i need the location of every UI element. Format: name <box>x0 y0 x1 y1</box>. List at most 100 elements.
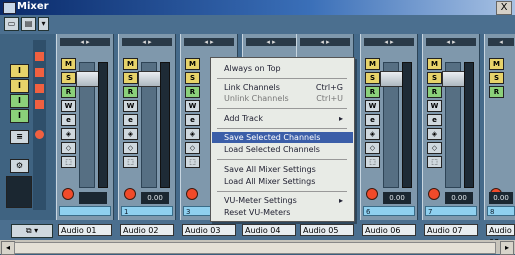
solo-button[interactable]: S <box>427 72 442 84</box>
mute-button[interactable]: M <box>123 58 138 70</box>
input-button-4[interactable]: I <box>10 109 29 123</box>
close-button[interactable]: X <box>496 1 512 15</box>
scroll-left-icon[interactable]: ◂ <box>1 241 15 255</box>
input-button[interactable]: I <box>10 64 29 78</box>
channel-name[interactable]: Audio 01 <box>58 224 112 236</box>
read-button[interactable]: R <box>61 86 76 98</box>
insert-icon[interactable]: ◈ <box>123 128 138 140</box>
input-button-3[interactable]: I <box>10 94 29 108</box>
menu-item-always-on-top[interactable]: Always on Top <box>212 63 353 74</box>
read-button[interactable]: R <box>427 86 442 98</box>
record-icon[interactable] <box>35 130 44 139</box>
mute-button[interactable]: M <box>365 58 380 70</box>
mute-button[interactable]: M <box>489 58 504 70</box>
scroll-right-icon[interactable]: ▸ <box>500 241 514 255</box>
scroll-thumb[interactable] <box>14 242 496 254</box>
menu-item-save-all-mixer-settings[interactable]: Save All Mixer Settings <box>212 164 353 175</box>
write-button[interactable]: W <box>123 100 138 112</box>
insert-icon[interactable]: ◈ <box>365 128 380 140</box>
eq-icon[interactable]: ◇ <box>123 142 138 154</box>
volume-fader[interactable] <box>76 62 100 188</box>
channel-name[interactable]: Audio 04 <box>242 224 296 236</box>
read-icon[interactable] <box>35 84 44 93</box>
channels-icon[interactable]: ▤ <box>21 17 36 31</box>
menu-item-unlink-channels[interactable]: Unlink Channels Ctrl+U <box>212 93 353 104</box>
view-icon[interactable]: ▭ <box>4 17 19 31</box>
eq-icon[interactable]: ◇ <box>365 142 380 154</box>
menu-item-save-selected-channels[interactable]: Save Selected Channels <box>212 132 353 143</box>
channel-name[interactable]: Audio 05 <box>300 224 354 236</box>
lock-icon[interactable]: ⧉ ▾ <box>11 224 53 238</box>
fader-knob[interactable] <box>138 71 162 87</box>
menu-item-load-selected-channels[interactable]: Load Selected Channels <box>212 144 353 155</box>
dropdown-icon[interactable]: ▾ <box>38 17 49 31</box>
insert-icon[interactable]: ◈ <box>185 128 200 140</box>
solo-button[interactable]: S <box>61 72 76 84</box>
write-button[interactable]: W <box>427 100 442 112</box>
title-bar[interactable]: Mixer X <box>0 0 515 15</box>
read-button[interactable]: R <box>365 86 380 98</box>
send-icon[interactable]: ⬚ <box>427 156 442 168</box>
mute-button[interactable]: M <box>185 58 200 70</box>
edit-icon[interactable]: e <box>123 114 138 126</box>
menu-item-add-track[interactable]: Add Track ▸ <box>212 113 353 124</box>
fader-knob[interactable] <box>76 71 100 87</box>
write-button[interactable]: W <box>61 100 76 112</box>
eq-icon[interactable]: ◇ <box>185 142 200 154</box>
solo-button[interactable]: S <box>123 72 138 84</box>
read-button[interactable]: R <box>489 86 504 98</box>
eq-icon[interactable]: ◇ <box>427 142 442 154</box>
channel-name[interactable]: Audio 03 <box>182 224 236 236</box>
volume-fader[interactable] <box>138 62 162 188</box>
fader-knob[interactable] <box>380 71 404 87</box>
volume-readout[interactable]: 0.00 <box>141 192 169 204</box>
edit-icon[interactable]: e <box>185 114 200 126</box>
channel-name[interactable]: Audio 08 <box>486 224 515 247</box>
solo-button[interactable]: S <box>489 72 504 84</box>
volume-readout[interactable]: 0.00 <box>445 192 473 204</box>
settings-icon[interactable]: ⚙ <box>10 159 29 173</box>
send-icon[interactable]: ⬚ <box>185 156 200 168</box>
mute-button[interactable]: M <box>61 58 76 70</box>
send-icon[interactable]: ⬚ <box>365 156 380 168</box>
edit-icon[interactable]: e <box>427 114 442 126</box>
menu-item-reset-vu-meters[interactable]: Reset VU-Meters <box>212 207 353 218</box>
write-button[interactable]: W <box>365 100 380 112</box>
volume-fader[interactable] <box>380 62 404 188</box>
volume-fader[interactable] <box>442 62 466 188</box>
insert-icon[interactable]: ◈ <box>61 128 76 140</box>
record-enable-button[interactable] <box>186 188 198 200</box>
record-enable-button[interactable] <box>62 188 74 200</box>
read-button[interactable]: R <box>123 86 138 98</box>
eq-icon[interactable]: ◇ <box>61 142 76 154</box>
mute-all-icon[interactable] <box>35 52 44 61</box>
volume-readout[interactable]: 0.00 <box>383 192 411 204</box>
channel-name[interactable]: Audio 07 <box>424 224 478 236</box>
channel-name[interactable]: Audio 02 <box>120 224 174 236</box>
input-button-2[interactable]: I <box>10 79 29 93</box>
menu-item-link-channels[interactable]: Link Channels Ctrl+G <box>212 82 353 93</box>
solo-button[interactable]: S <box>365 72 380 84</box>
read-button[interactable]: R <box>185 86 200 98</box>
solo-all-icon[interactable] <box>35 68 44 77</box>
menu-item-load-all-mixer-settings[interactable]: Load All Mixer Settings <box>212 176 353 187</box>
record-enable-button[interactable] <box>428 188 440 200</box>
menu-item-vu-meter-settings[interactable]: VU-Meter Settings ▸ <box>212 195 353 206</box>
channel-name[interactable]: Audio 06 <box>362 224 416 236</box>
record-enable-button[interactable] <box>366 188 378 200</box>
mute-button[interactable]: M <box>427 58 442 70</box>
fader-knob[interactable] <box>442 71 466 87</box>
volume-readout[interactable] <box>79 192 107 204</box>
write-button[interactable]: W <box>185 100 200 112</box>
send-icon[interactable]: ⬚ <box>61 156 76 168</box>
volume-readout[interactable]: 0.00 <box>489 192 513 204</box>
routing-icon[interactable]: ≡ <box>10 130 29 144</box>
solo-button[interactable]: S <box>185 72 200 84</box>
record-enable-button[interactable] <box>124 188 136 200</box>
edit-icon[interactable]: e <box>61 114 76 126</box>
send-icon[interactable]: ⬚ <box>123 156 138 168</box>
horizontal-scrollbar[interactable]: ◂ ▸ <box>0 240 515 255</box>
insert-icon[interactable]: ◈ <box>427 128 442 140</box>
edit-icon[interactable]: e <box>365 114 380 126</box>
write-icon[interactable] <box>35 100 44 109</box>
